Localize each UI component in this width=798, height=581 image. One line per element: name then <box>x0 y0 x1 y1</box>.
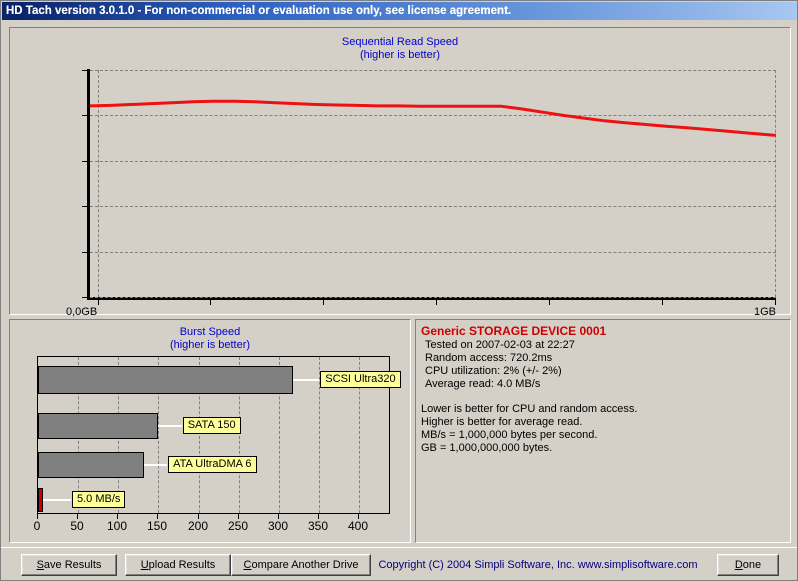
leader-line-ata <box>144 464 168 466</box>
ytick-mark-2 <box>82 206 88 208</box>
done-rest: one <box>742 559 762 571</box>
sequential-chart-subtitle: (higher is better) <box>359 49 441 61</box>
xtick-mark-3 <box>436 299 437 305</box>
leader-line-sata <box>157 425 182 427</box>
sequential-read-line <box>90 99 776 137</box>
upload-results-label: Upload Results <box>141 559 216 571</box>
xtick-mark-5 <box>662 299 663 305</box>
done-label: Done <box>735 559 761 571</box>
save-results-rest: ave Results <box>43 559 102 571</box>
leader-line-device <box>43 499 71 501</box>
compare-rest: ompare Another Drive <box>251 559 359 571</box>
window-title: HD Tach version 3.0.1.0 - For non-commer… <box>6 5 512 17</box>
info-note-read: Higher is better for average read. <box>421 416 583 428</box>
gridline-y-0 <box>90 297 776 298</box>
done-button[interactable]: Done <box>717 554 779 576</box>
info-note-cpu: Lower is better for CPU and random acces… <box>421 403 638 415</box>
ytick-mark-3 <box>82 160 88 162</box>
burst-speed-panel: Burst Speed (higher is better) SCSI Ultr… <box>9 319 411 543</box>
xtick-mark-4 <box>549 299 550 305</box>
info-random-access: Random access: 720.2ms <box>425 352 553 364</box>
xtick-label-end: 1GB <box>754 306 777 318</box>
burst-bar-scsi-ultra320 <box>38 366 294 394</box>
ytick-mark-4 <box>82 115 88 117</box>
xtick-mark-2 <box>323 299 324 305</box>
info-cpu-utilization: CPU utilization: 2% (+/- 2%) <box>425 365 562 377</box>
burst-tick-label-0: 0 <box>33 519 41 533</box>
burst-tick-label-300: 300 <box>267 519 289 533</box>
burst-chart-subtitle: (higher is better) <box>169 339 251 351</box>
save-results-label: Save Results <box>37 559 102 571</box>
hdtach-window: HD Tach version 3.0.1.0 - For non-commer… <box>0 0 798 581</box>
burst-tick-label-400: 400 <box>347 519 369 533</box>
copyright-text: Copyright (C) 2004 Simpli Software, Inc.… <box>378 559 698 571</box>
burst-bar-sata-150 <box>38 413 158 439</box>
sequential-chart-title: Sequential Read Speed <box>341 36 459 48</box>
burst-bar-ata-ultradma6 <box>38 452 145 478</box>
bottom-toolbar: Save Results Upload Results Compare Anot… <box>1 547 797 580</box>
save-results-accel: S <box>36 559 44 571</box>
device-name: Generic STORAGE DEVICE 0001 <box>421 324 607 338</box>
info-note-gb: GB = 1,000,000,000 bytes. <box>421 442 553 454</box>
burst-tick-label-150: 150 <box>146 519 168 533</box>
window-titlebar: HD Tach version 3.0.1.0 - For non-commer… <box>2 2 797 20</box>
burst-plot-area: SCSI Ultra320 SATA 150 ATA UltraDMA 6 5.… <box>37 356 401 514</box>
sequential-plot-area: 5 MB/s 4 MB/s 3 MB/s 2 MB/s 1 MB/s 0 MB/… <box>66 69 776 318</box>
burst-label-current-device: 5.0 MB/s <box>72 491 126 508</box>
ytick-mark-5 <box>82 70 88 71</box>
upload-results-accel: U <box>140 559 149 571</box>
ytick-mark-1 <box>82 251 88 253</box>
burst-tick-label-100: 100 <box>106 519 128 533</box>
xtick-mark-start <box>98 299 99 305</box>
burst-label-scsi-ultra320: SCSI Ultra320 <box>320 371 401 388</box>
upload-results-button[interactable]: Upload Results <box>125 554 231 576</box>
burst-tick-label-350: 350 <box>307 519 329 533</box>
burst-label-sata-150: SATA 150 <box>182 417 241 434</box>
ytick-mark-0 <box>82 297 88 298</box>
burst-label-ata-ultradma6: ATA UltraDMA 6 <box>168 456 257 473</box>
compare-another-drive-button[interactable]: Compare Another Drive <box>231 554 371 576</box>
drive-info-panel: Generic STORAGE DEVICE 0001 Tested on 20… <box>415 319 791 543</box>
xtick-mark-1 <box>210 299 211 305</box>
save-results-button[interactable]: Save Results <box>21 554 117 576</box>
leader-line-scsi <box>293 379 320 381</box>
done-accel: D <box>734 559 743 571</box>
xtick-label-start: 0,0GB <box>66 306 98 318</box>
info-note-mbs: MB/s = 1,000,000 bytes per second. <box>421 429 598 441</box>
info-tested-on: Tested on 2007-02-03 at 22:27 <box>425 339 575 351</box>
xtick-mark-end <box>775 299 776 305</box>
burst-tick-label-250: 250 <box>227 519 249 533</box>
sequential-read-panel: Sequential Read Speed (higher is better)… <box>9 27 791 318</box>
burst-chart-title: Burst Speed <box>179 326 241 338</box>
burst-tick-label-50: 50 <box>70 519 84 533</box>
compare-label: Compare Another Drive <box>244 559 359 571</box>
upload-results-rest: pload Results <box>148 559 216 571</box>
info-average-read: Average read: 4.0 MB/s <box>425 378 541 390</box>
burst-tick-label-200: 200 <box>187 519 209 533</box>
